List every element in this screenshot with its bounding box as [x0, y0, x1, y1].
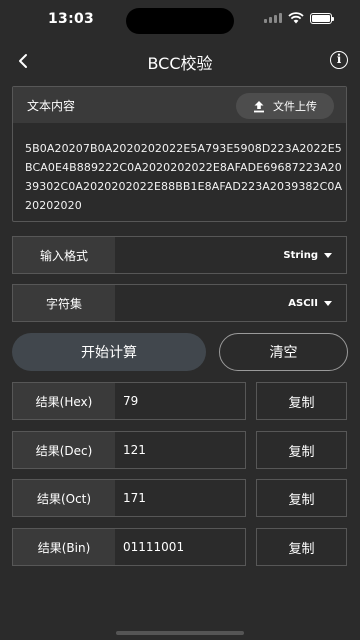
charset-select[interactable]: ASCII — [115, 285, 346, 321]
result-dec-label: 结果(Dec) — [13, 432, 115, 468]
copy-oct-button[interactable]: 复制 — [256, 479, 347, 517]
clear-button[interactable]: 清空 — [219, 333, 348, 371]
result-dec-value: 121 — [123, 443, 146, 457]
file-upload-label: 文件上传 — [273, 100, 317, 113]
nav-bar: BCC校验 i — [0, 40, 360, 82]
result-bin-label: 结果(Bin) — [13, 529, 115, 565]
result-hex-row: 结果(Hex) 79 — [12, 382, 246, 420]
info-icon[interactable]: i — [330, 51, 348, 69]
battery-icon — [310, 12, 334, 24]
status-time: 13:03 — [48, 11, 95, 27]
charset-row: 字符集 ASCII — [12, 284, 347, 322]
wifi-icon — [288, 12, 304, 24]
charset-value: ASCII — [288, 297, 318, 309]
charset-label: 字符集 — [13, 285, 115, 321]
caret-down-icon — [324, 252, 332, 258]
result-oct-value: 171 — [123, 491, 146, 505]
page-title: BCC校验 — [147, 54, 213, 73]
result-oct-label: 结果(Oct) — [13, 480, 115, 516]
text-content-card: 文本内容 文件上传 5B0A20207B0A2020202022E5A793E5… — [12, 86, 347, 222]
copy-hex-button[interactable]: 复制 — [256, 382, 347, 420]
file-upload-button[interactable]: 文件上传 — [236, 93, 334, 119]
text-content-header: 文本内容 文件上传 — [13, 87, 346, 123]
signal-icon — [264, 13, 282, 23]
result-oct-row: 结果(Oct) 171 — [12, 479, 246, 517]
status-icons — [264, 12, 334, 24]
text-content-label: 文本内容 — [27, 99, 76, 113]
input-format-label: 输入格式 — [13, 237, 115, 273]
start-calculation-button[interactable]: 开始计算 — [12, 333, 206, 371]
result-bin-row: 结果(Bin) 01111001 — [12, 528, 246, 566]
caret-down-icon — [324, 300, 332, 306]
dynamic-island — [126, 8, 234, 34]
text-content-input[interactable]: 5B0A20207B0A2020202022E5A793E5908D223A20… — [25, 139, 343, 215]
copy-bin-button[interactable]: 复制 — [256, 528, 347, 566]
upload-icon — [254, 100, 264, 112]
status-bar: 13:03 — [0, 0, 360, 40]
result-hex-label: 结果(Hex) — [13, 383, 115, 419]
input-format-select[interactable]: String — [115, 237, 346, 273]
copy-dec-button[interactable]: 复制 — [256, 431, 347, 469]
result-bin-value: 01111001 — [123, 540, 185, 554]
home-indicator[interactable] — [116, 631, 244, 635]
result-hex-value: 79 — [123, 394, 139, 408]
result-dec-row: 结果(Dec) 121 — [12, 431, 246, 469]
input-format-row: 输入格式 String — [12, 236, 347, 274]
input-format-value: String — [283, 249, 318, 261]
